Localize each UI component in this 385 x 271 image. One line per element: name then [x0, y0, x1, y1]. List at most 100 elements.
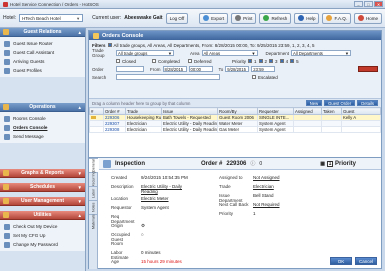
export-button[interactable]: Export	[199, 12, 229, 24]
detail-field: Description Electric Utility - Daily Read…	[111, 184, 183, 194]
sidebar-item-set-cfg[interactable]: Set My CFG Up	[0, 231, 85, 240]
sidebar-section-user-management[interactable]: User Management ▼	[0, 197, 85, 206]
column-header[interactable]: #	[89, 107, 104, 115]
priority-4-checkbox[interactable]	[279, 59, 284, 63]
sidebar-item-guest-issue-router[interactable]: Guest Issue Router	[0, 39, 85, 48]
priority-1-checkbox[interactable]	[248, 59, 253, 63]
chevron-down-icon: ▼	[167, 50, 172, 56]
column-header[interactable]: Room/By	[217, 107, 258, 115]
from-time-input[interactable]: 00:00	[188, 66, 213, 72]
close-button[interactable]: ✕	[374, 1, 383, 7]
detail-field: Room	[111, 241, 141, 246]
guest-order-button[interactable]: Guest Order	[324, 100, 356, 106]
from-date-input[interactable]: 8/28/2015	[162, 66, 187, 72]
table-row[interactable]: 229308 Electrician Electric Utility - Da…	[89, 126, 381, 133]
to-time-value: 23:59	[253, 66, 264, 72]
priority-1-label: 1	[254, 58, 257, 64]
info-icon: ⓘ	[250, 161, 256, 167]
column-header[interactable]: Requester	[257, 107, 294, 115]
closed-checkbox[interactable]	[116, 59, 120, 63]
cancel-button[interactable]: Cancel	[355, 257, 377, 265]
sidebar-item-guest-profiles[interactable]: Guest Profiles	[0, 66, 85, 75]
field-label: Room	[111, 241, 124, 246]
new-order-label: New	[309, 100, 319, 106]
home-label: Home	[365, 15, 378, 21]
details-button[interactable]: Details	[357, 100, 378, 106]
sidebar-item-send-message[interactable]: Send Message	[0, 132, 85, 141]
department-select[interactable]: All Departments ▼	[291, 50, 352, 56]
area-select[interactable]: All Areas ▼	[201, 50, 258, 56]
order-input[interactable]	[116, 66, 144, 72]
search-input[interactable]	[116, 74, 220, 80]
column-header[interactable]: Issue	[161, 107, 218, 115]
priority-value: 1	[253, 211, 256, 216]
filters-toggle[interactable]	[107, 43, 112, 47]
location-link[interactable]: Electric Meter	[141, 196, 169, 201]
logoff-button[interactable]: Log Off	[165, 12, 189, 24]
tab-general[interactable]: General	[89, 158, 98, 172]
sidebar-section-graphs-reports[interactable]: Graphs & Reports ▼	[0, 169, 85, 178]
faq-button[interactable]: F.A.Q.	[322, 12, 351, 24]
trade-group-label: Trade Group	[92, 48, 105, 58]
column-header[interactable]: Trade	[125, 107, 162, 115]
tab-labor[interactable]: Labor	[89, 186, 98, 200]
trade-group-select[interactable]: All trade groups ▼	[116, 50, 174, 56]
chevron-down-icon: ▼	[344, 50, 350, 56]
deferred-checkbox[interactable]	[188, 59, 192, 63]
orders-console-panel: Orders Console Filters All trade groups,…	[88, 30, 382, 269]
help-button[interactable]: Help	[294, 12, 320, 24]
refresh-button[interactable]: Refresh	[259, 12, 292, 24]
sidebar-section-utilities[interactable]: Utilities ▲	[0, 211, 85, 220]
to-date-input[interactable]: 9/28/2015	[225, 66, 250, 72]
sidebar-item-rooms-console[interactable]: Rooms Console	[0, 114, 85, 123]
priority-3-checkbox[interactable]	[269, 59, 274, 63]
sidebar-item-arriving-guests[interactable]: Arriving Guests	[0, 57, 85, 66]
chevron-down-icon: ▼	[76, 15, 81, 21]
column-header[interactable]: Order #	[103, 107, 126, 115]
home-button[interactable]: Home	[353, 12, 382, 24]
sidebar-section-operations[interactable]: Operations ▲	[0, 103, 85, 112]
trade-link[interactable]: Electrician	[253, 184, 274, 189]
sidebar-section-guest-relations[interactable]: Guest Relations ▲	[0, 28, 85, 37]
sidebar-item-change-password[interactable]: Change My Password	[0, 240, 85, 249]
escalated-checkbox[interactable]	[252, 75, 256, 79]
order-number-cell[interactable]: 229308	[103, 126, 126, 133]
new-order-button[interactable]: New	[305, 100, 323, 106]
ok-button[interactable]: OK	[330, 257, 352, 265]
app-icon	[3, 1, 8, 7]
next-callback-link[interactable]: Not Required	[253, 202, 280, 207]
completed-checkbox[interactable]	[152, 59, 156, 63]
table-header-row: # Order # Trade Issue Room/By Requester …	[89, 107, 381, 115]
to-time-input[interactable]: 23:59	[251, 66, 276, 72]
column-header[interactable]: Guest	[341, 107, 381, 115]
created-value: 9/24/2015 10:54:35 PM	[141, 175, 188, 180]
column-header[interactable]: Taken	[321, 107, 342, 115]
priority-3-label: 3	[275, 58, 278, 64]
maximize-button[interactable]: □	[364, 1, 373, 7]
sidebar-item-label: Arriving Guests	[13, 59, 45, 64]
arrival-icon	[4, 58, 10, 65]
room-cell: Guest Room 2006	[217, 114, 258, 121]
sidebar-item-guest-call-assistant[interactable]: Guest Call Assistant	[0, 48, 85, 57]
minimize-button[interactable]: –	[354, 1, 363, 7]
utilities-icon	[3, 212, 9, 218]
print-button[interactable]: Print	[231, 12, 257, 24]
origin-icon: ⚙	[141, 223, 146, 228]
column-header[interactable]: Assigned	[293, 107, 322, 115]
router-icon	[4, 40, 10, 47]
grid-toolbar: Drag a column header here to group by th…	[89, 99, 381, 107]
apply-filter-button[interactable]	[358, 66, 378, 72]
tab-materials[interactable]: Materials	[89, 214, 98, 229]
sidebar-item-check-out-device[interactable]: Check Out My Device	[0, 222, 85, 231]
field-label: Trade	[219, 184, 231, 189]
tab-notes[interactable]: Notes	[89, 200, 98, 214]
description-link[interactable]: Electric Utility - Daily Reading	[141, 184, 183, 194]
priority-2-checkbox[interactable]	[258, 59, 263, 63]
sidebar-item-orders-console[interactable]: Orders Console	[0, 123, 85, 132]
tab-recurring[interactable]: Recurring	[89, 172, 98, 187]
issue-cell: Electric Utility - Daily Reading	[161, 126, 218, 133]
assigned-to-link[interactable]: Not Assigned	[253, 175, 280, 180]
sidebar-section-schedules[interactable]: Schedules ▼	[0, 183, 85, 192]
priority-5-checkbox[interactable]	[290, 59, 295, 63]
hotel-select[interactable]: HTech Beach Hotel ▼	[19, 14, 84, 22]
